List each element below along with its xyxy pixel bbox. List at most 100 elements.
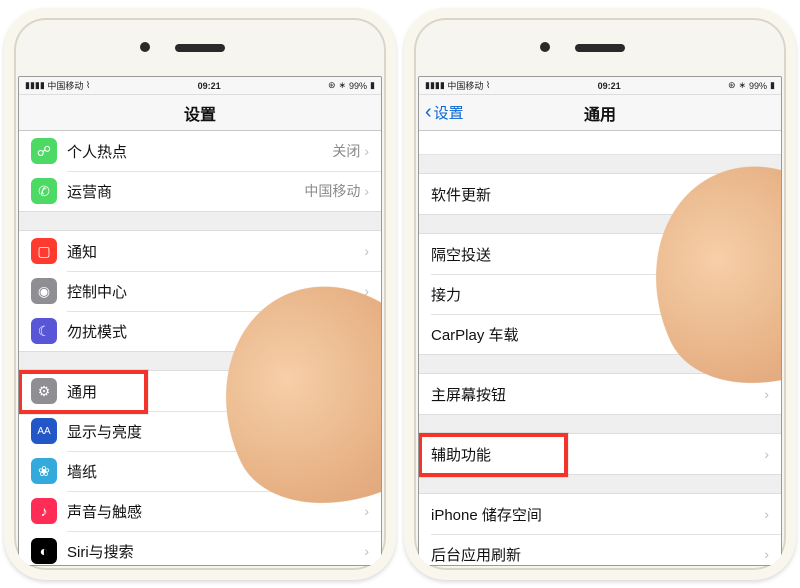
row-label: CarPlay 车载 — [431, 324, 764, 345]
navbar: ‹ 设置 通用 — [419, 95, 781, 131]
row-label: 软件更新 — [431, 184, 738, 205]
row-icon: ☾ — [31, 318, 57, 344]
settings-row[interactable]: 后台应用刷新› — [419, 534, 781, 565]
chevron-right-icon: › — [764, 326, 769, 342]
screen-left: ▮▮▮▮ 中国移动 ⌇ 09:21 ⊛ ∗ 99% ▮ 设置 ☍个人热点关闭›✆… — [18, 76, 382, 566]
back-button[interactable]: ‹ 设置 — [425, 95, 464, 130]
settings-row[interactable]: ◐ Siri与搜索› — [19, 531, 381, 565]
camera-dot — [540, 42, 550, 52]
chevron-right-icon: › — [364, 543, 369, 559]
chevron-right-icon: › — [364, 243, 369, 259]
status-bar: ▮▮▮▮ 中国移动 ⌇ 09:21 ⊛ ∗ 99% ▮ — [19, 77, 381, 95]
bluetooth-icon: ∗ — [338, 80, 346, 91]
row-label: 勿扰模式 — [67, 321, 364, 342]
row-icon: ◐ — [31, 538, 57, 564]
settings-row[interactable]: 隔空投送› — [419, 234, 781, 274]
camera-dot — [140, 42, 150, 52]
settings-row[interactable]: 软件更新1 › — [419, 174, 781, 214]
row-label: 个人热点 — [67, 141, 332, 162]
settings-list[interactable]: ☍个人热点关闭›✆运营商中国移动›▢通知›◉控制中心›☾勿扰模式›⚙通用1›AA… — [19, 131, 381, 565]
settings-row[interactable]: iPhone 储存空间› — [419, 494, 781, 534]
chevron-right-icon: › — [364, 183, 369, 199]
settings-row[interactable]: 主屏幕按钮› — [419, 374, 781, 414]
settings-row[interactable]: ⚙ 通用1 › — [19, 371, 381, 411]
row-label: 隔空投送 — [431, 244, 764, 265]
speaker-slit — [575, 44, 625, 52]
row-label: 通用 — [67, 381, 338, 402]
row-label: 墙纸 — [67, 461, 364, 482]
notification-badge: 1 — [338, 381, 358, 401]
row-icon: ✆ — [31, 178, 57, 204]
row-label: 辅助功能 — [431, 444, 764, 465]
settings-row[interactable]: AA 显示与亮度› — [19, 411, 381, 451]
settings-row[interactable]: 接力› — [419, 274, 781, 314]
battery-icon: ▮ — [370, 80, 375, 91]
settings-row[interactable]: CarPlay 车载› — [419, 314, 781, 354]
chevron-right-icon: › — [764, 186, 769, 202]
signal-icon: ▮▮▮▮ — [425, 80, 445, 91]
row-label: 通知 — [67, 241, 364, 262]
chevron-right-icon: › — [764, 246, 769, 262]
carrier-label: 中国移动 — [47, 79, 83, 92]
general-list[interactable]: 软件更新1›隔空投送›接力›CarPlay 车载›主屏幕按钮›辅助功能›iPho… — [419, 131, 781, 565]
chevron-right-icon: › — [764, 446, 769, 462]
settings-row[interactable]: ✆ 运营商中国移动› — [19, 171, 381, 211]
settings-row[interactable]: 辅助功能› — [419, 434, 781, 474]
settings-row[interactable]: ♪ 声音与触感› — [19, 491, 381, 531]
notification-badge: 1 — [738, 184, 758, 204]
settings-row[interactable]: ❀ 墙纸› — [19, 451, 381, 491]
row-icon: AA — [31, 418, 57, 444]
row-label: 主屏幕按钮 — [431, 384, 764, 405]
row-value: 中国移动 — [304, 181, 360, 201]
page-title: 通用 — [584, 101, 616, 125]
clock: 09:21 — [90, 81, 328, 91]
page-title: 设置 — [184, 101, 216, 125]
orientation-lock-icon: ⊛ — [328, 80, 336, 91]
settings-row[interactable]: ◉ 控制中心› — [19, 271, 381, 311]
settings-row[interactable]: ▢ 通知› — [19, 231, 381, 271]
chevron-right-icon: › — [364, 283, 369, 299]
settings-row[interactable]: ☍ 个人热点关闭› — [19, 131, 381, 171]
status-bar: ▮▮▮▮ 中国移动 ⌇ 09:21 ⊛ ∗ 99% ▮ — [419, 77, 781, 95]
chevron-right-icon: › — [364, 143, 369, 159]
orientation-lock-icon: ⊛ — [728, 80, 736, 91]
row-icon: ⚙ — [31, 378, 57, 404]
battery-icon: ▮ — [770, 80, 775, 91]
partial-row-top[interactable] — [419, 131, 781, 155]
chevron-right-icon: › — [364, 423, 369, 439]
settings-row[interactable]: ☾ 勿扰模式› — [19, 311, 381, 351]
row-label: Siri与搜索 — [67, 541, 364, 562]
bluetooth-icon: ∗ — [738, 80, 746, 91]
row-icon: ❀ — [31, 458, 57, 484]
chevron-right-icon: › — [764, 506, 769, 522]
speaker-slit — [175, 44, 225, 52]
row-label: iPhone 储存空间 — [431, 504, 764, 525]
carrier-label: 中国移动 — [447, 79, 483, 92]
row-label: 运营商 — [67, 181, 304, 202]
row-label: 显示与亮度 — [67, 421, 364, 442]
row-icon: ◉ — [31, 278, 57, 304]
row-value: 关闭 — [332, 141, 360, 161]
chevron-left-icon: ‹ — [425, 101, 432, 124]
chevron-right-icon: › — [364, 503, 369, 519]
chevron-right-icon: › — [364, 463, 369, 479]
row-label: 声音与触感 — [67, 501, 364, 522]
row-icon: ▢ — [31, 238, 57, 264]
row-label: 接力 — [431, 284, 764, 305]
battery-pct: 99% — [749, 81, 767, 91]
screen-right: ▮▮▮▮ 中国移动 ⌇ 09:21 ⊛ ∗ 99% ▮ ‹ 设置 通用 软件更新… — [418, 76, 782, 566]
chevron-right-icon: › — [764, 286, 769, 302]
chevron-right-icon: › — [764, 546, 769, 562]
chevron-right-icon: › — [764, 386, 769, 402]
navbar: 设置 — [19, 95, 381, 131]
row-icon: ♪ — [31, 498, 57, 524]
phone-right: ▮▮▮▮ 中国移动 ⌇ 09:21 ⊛ ∗ 99% ▮ ‹ 设置 通用 软件更新… — [404, 8, 796, 580]
chevron-right-icon: › — [364, 383, 369, 399]
chevron-right-icon: › — [364, 323, 369, 339]
row-label: 后台应用刷新 — [431, 544, 764, 565]
row-label: 控制中心 — [67, 281, 364, 302]
phone-left: ▮▮▮▮ 中国移动 ⌇ 09:21 ⊛ ∗ 99% ▮ 设置 ☍个人热点关闭›✆… — [4, 8, 396, 580]
back-label: 设置 — [434, 102, 464, 123]
signal-icon: ▮▮▮▮ — [25, 80, 45, 91]
row-icon: ☍ — [31, 138, 57, 164]
